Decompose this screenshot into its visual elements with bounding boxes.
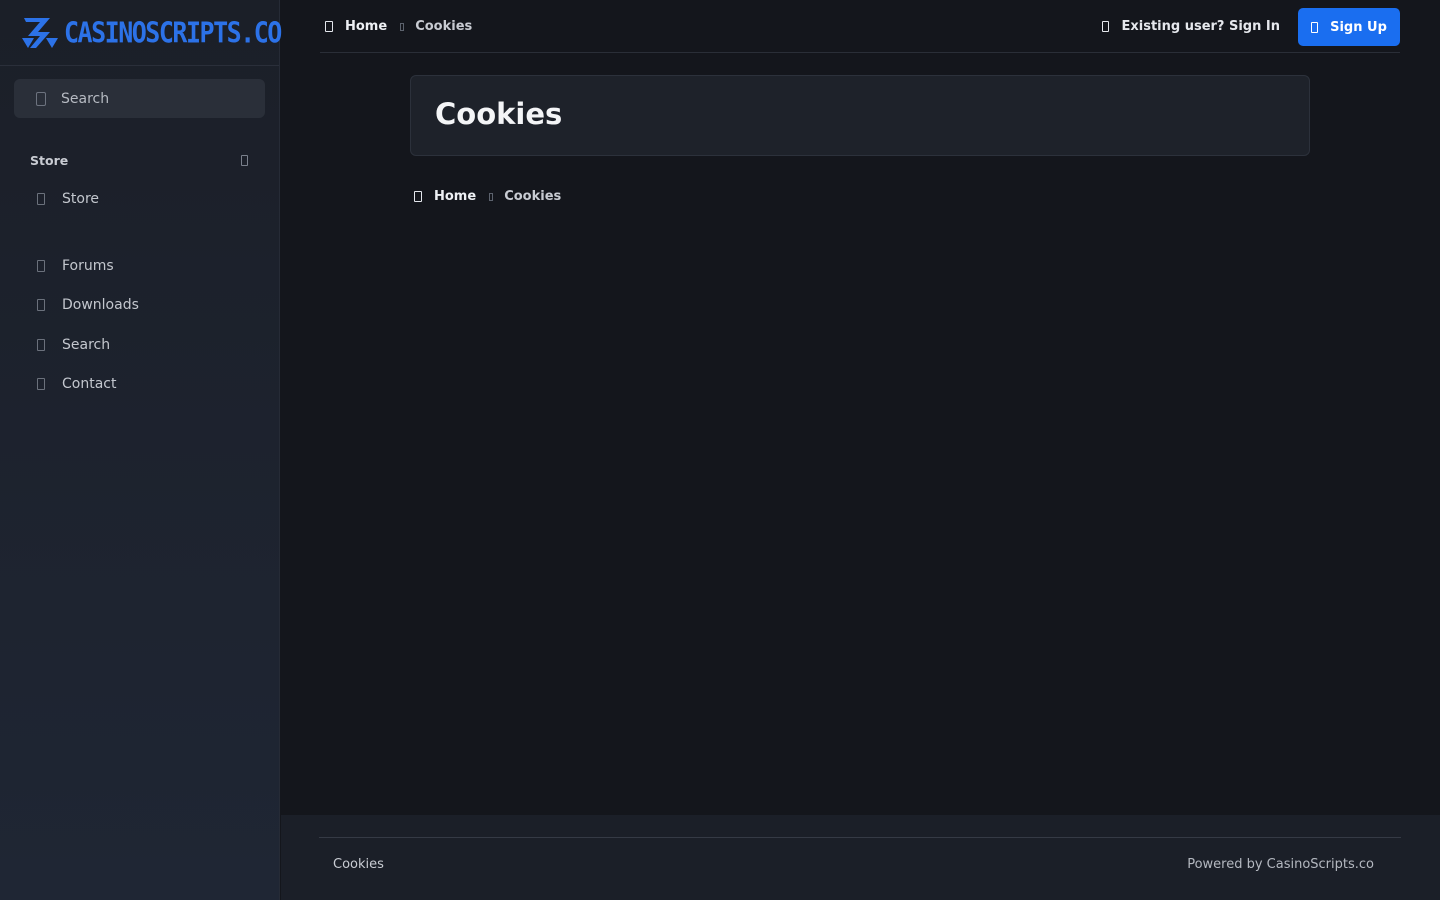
- powered-by[interactable]: Powered by CasinoScripts.co: [1187, 857, 1374, 872]
- search-icon: [36, 91, 46, 106]
- sidebar-item-label: Downloads: [62, 297, 139, 313]
- sign-up-label: Sign Up: [1330, 19, 1387, 35]
- site-logo[interactable]: CASINOSCRIPTS.CO: [20, 15, 282, 50]
- page-title-card: Cookies: [410, 75, 1310, 156]
- footer-divider: [319, 837, 1401, 838]
- logo-area: CASINOSCRIPTS.CO: [0, 0, 282, 66]
- sign-in-label: Existing user? Sign In: [1121, 19, 1280, 34]
- breadcrumb-current: Cookies: [504, 189, 562, 204]
- sidebar-section-store[interactable]: Store: [30, 153, 248, 168]
- breadcrumb-home[interactable]: Home: [434, 189, 476, 204]
- home-icon: [414, 191, 422, 202]
- downloads-icon: [37, 299, 45, 311]
- logo-text: CASINOSCRIPTS.CO: [64, 15, 282, 50]
- store-icon: [37, 193, 45, 205]
- top-bar: Home Cookies Existing user? Sign In Sign…: [320, 0, 1400, 53]
- chevron-icon: [241, 155, 248, 166]
- breadcrumb-home[interactable]: Home: [345, 19, 387, 34]
- page-title: Cookies: [435, 97, 563, 131]
- sidebar-item-label: Contact: [62, 376, 117, 392]
- sidebar-search-label: Search: [61, 90, 110, 107]
- sign-in-link[interactable]: Existing user? Sign In: [1102, 19, 1280, 34]
- logo-icon: [22, 17, 58, 48]
- chevron-right-icon: [400, 22, 405, 31]
- user-plus-icon: [1311, 21, 1319, 33]
- sign-up-button[interactable]: Sign Up: [1298, 8, 1400, 46]
- content-breadcrumb: Home Cookies: [414, 189, 561, 204]
- search-icon: [37, 339, 45, 351]
- sidebar-item-downloads[interactable]: Downloads: [30, 295, 139, 315]
- sidebar-item-label: Store: [62, 191, 100, 207]
- sidebar-section-title: Store: [30, 153, 69, 168]
- sidebar-item-search[interactable]: Search: [30, 335, 110, 355]
- sidebar-item-store[interactable]: Store: [30, 189, 99, 209]
- home-icon: [325, 21, 333, 32]
- sidebar-item-forums[interactable]: Forums: [30, 256, 114, 276]
- forums-icon: [37, 260, 45, 272]
- sidebar: CASINOSCRIPTS.CO Search Store Store Foru…: [0, 0, 282, 900]
- footer-cookies-link[interactable]: Cookies: [333, 857, 384, 872]
- breadcrumb-current: Cookies: [415, 19, 473, 34]
- footer: Cookies Powered by CasinoScripts.co: [281, 815, 1440, 900]
- chevron-right-icon: [489, 192, 494, 201]
- sidebar-item-contact[interactable]: Contact: [30, 374, 116, 394]
- user-icon: [1102, 21, 1110, 32]
- breadcrumb: Home Cookies: [325, 19, 472, 34]
- sidebar-item-label: Forums: [62, 258, 114, 274]
- sidebar-item-label: Search: [62, 337, 111, 353]
- contact-icon: [37, 378, 45, 390]
- sidebar-search[interactable]: Search: [14, 79, 265, 118]
